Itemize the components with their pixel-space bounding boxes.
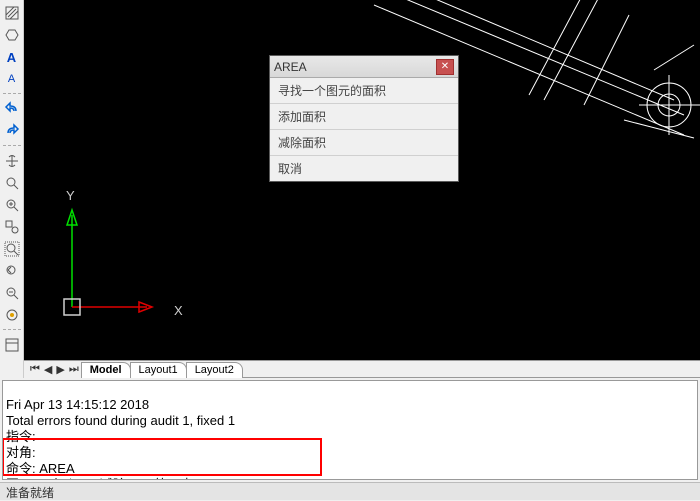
- tab-prev-icon[interactable]: ◀: [42, 363, 54, 376]
- axis-x-label: X: [174, 303, 183, 318]
- boundary-icon[interactable]: [1, 24, 23, 46]
- tab-next-icon[interactable]: ▶: [54, 363, 66, 376]
- zoom-extents-icon[interactable]: [1, 238, 23, 260]
- text-multi-icon[interactable]: A: [1, 46, 23, 68]
- dialog-item-subtract[interactable]: 减除面积: [270, 130, 458, 156]
- status-bar: 准备就绪: [0, 482, 700, 500]
- dialog-item-add[interactable]: 添加面积: [270, 104, 458, 130]
- zoom-window-icon[interactable]: [1, 216, 23, 238]
- undo-icon[interactable]: [1, 98, 23, 120]
- text-single-icon[interactable]: A: [1, 68, 23, 90]
- dialog-titlebar[interactable]: AREA ✕: [270, 56, 458, 78]
- dialog-item-cancel[interactable]: 取消: [270, 156, 458, 181]
- axis-y-label: Y: [66, 188, 75, 203]
- area-dialog: AREA ✕ 寻找一个图元的面积 添加面积 减除面积 取消: [269, 55, 459, 182]
- zoom-all-icon[interactable]: [1, 304, 23, 326]
- zoom-previous-icon[interactable]: [1, 260, 23, 282]
- cmd-prompt: 图元(E)/加入(A)/减除(S)/<第一点>:: [6, 477, 205, 480]
- tab-model[interactable]: Model: [81, 362, 131, 378]
- command-window[interactable]: Fri Apr 13 14:15:12 2018 Total errors fo…: [2, 380, 698, 480]
- dialog-item-find[interactable]: 寻找一个图元的面积: [270, 78, 458, 104]
- dialog-title: AREA: [274, 60, 307, 74]
- cmd-line: Fri Apr 13 14:15:12 2018: [6, 397, 149, 412]
- drawing-canvas[interactable]: Y X AREA ✕ 寻找一个图元的面积 添加面积 减除面积 取消: [24, 0, 700, 360]
- tab-last-icon[interactable]: ⏭: [67, 363, 81, 376]
- zoom-in-icon[interactable]: [1, 194, 23, 216]
- tab-layout2[interactable]: Layout2: [186, 362, 243, 378]
- close-icon[interactable]: ✕: [436, 59, 454, 75]
- tab-layout1[interactable]: Layout1: [130, 362, 187, 378]
- hatch-icon[interactable]: [1, 2, 23, 24]
- cmd-line: Total errors found during audit 1, fixed…: [6, 413, 235, 428]
- zoom-out-icon[interactable]: [1, 282, 23, 304]
- redo-icon[interactable]: [1, 120, 23, 142]
- zoom-realtime-icon[interactable]: [1, 172, 23, 194]
- highlight-box: [2, 438, 322, 476]
- tab-first-icon[interactable]: ⏮: [28, 363, 42, 376]
- left-toolbar: A A: [0, 0, 24, 378]
- layout-tabs: ⏮ ◀ ▶ ⏭ Model Layout1 Layout2: [24, 360, 700, 378]
- properties-icon[interactable]: [1, 334, 23, 356]
- pan-icon[interactable]: [1, 150, 23, 172]
